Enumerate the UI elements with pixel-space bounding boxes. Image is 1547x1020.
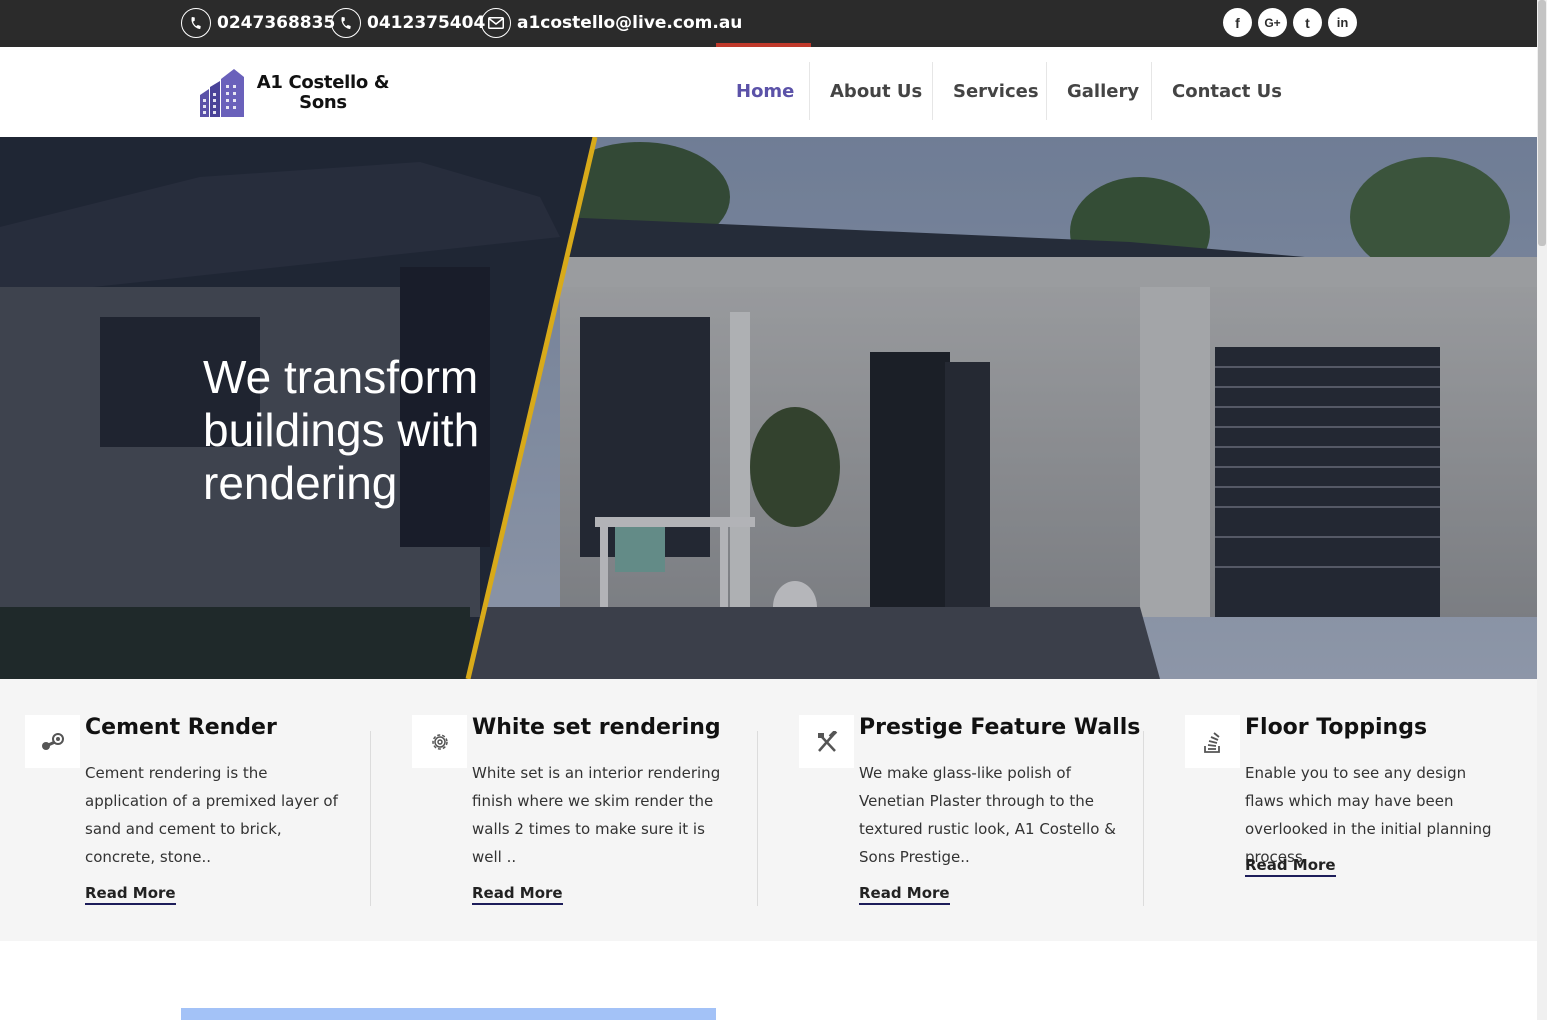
nav-about-us[interactable]: About Us [830,62,922,120]
scrollbar-thumb[interactable] [1538,0,1546,246]
phone-icon [181,8,211,38]
services-section: Cement Render Cement rendering is the ap… [0,679,1537,941]
service-desc-cement-render: Cement rendering is the application of a… [85,764,338,866]
read-more-floor-toppings[interactable]: Read More [1245,856,1336,877]
logo-line-1: A1 Costello & [256,72,390,93]
nav-home[interactable]: Home [736,62,794,120]
email-address: a1costello@live.com.au [517,13,743,33]
service-divider [757,731,758,906]
logo-line-2: Sons [299,92,347,113]
service-title-prestige-feature-walls[interactable]: Prestige Feature Walls [859,715,1140,740]
facebook-icon[interactable]: f [1223,8,1252,37]
service-divider [370,731,371,906]
tools-icon [799,715,854,768]
phone-contact-2[interactable]: 0412375404 [331,8,485,38]
service-desc-floor-toppings: Enable you to see any design flaws which… [1245,764,1492,866]
service-divider [1143,731,1144,906]
read-more-white-set-rendering[interactable]: Read More [472,884,563,905]
phone-icon [331,8,361,38]
section-banner-partial [181,1008,716,1020]
nav-divider [932,62,933,120]
service-desc-prestige-feature-walls: We make glass-like polish of Venetian Pl… [859,764,1116,866]
envelope-icon [481,8,511,38]
steam-icon [25,715,80,768]
hero-banner: We transform buildings with rendering [0,137,1537,679]
phone-number-2: 0412375404 [367,13,486,33]
nav-divider [809,62,810,120]
nav-contact-us[interactable]: Contact Us [1172,62,1282,120]
service-title-white-set-rendering[interactable]: White set rendering [472,715,721,740]
twitter-icon[interactable]: t [1293,8,1322,37]
read-more-cement-render[interactable]: Read More [85,884,176,905]
nav-divider [1151,62,1152,120]
google-plus-icon[interactable]: G+ [1258,8,1287,37]
nav-gallery[interactable]: Gallery [1067,62,1139,120]
phone-contact-1[interactable]: 0247368835 [181,8,335,38]
service-desc-white-set-rendering: White set is an interior rendering finis… [472,764,721,866]
email-contact[interactable]: a1costello@live.com.au [481,8,742,38]
service-title-cement-render[interactable]: Cement Render [85,715,277,740]
site-logo-text[interactable]: A1 Costello & Sons [256,73,390,113]
gear-icon [412,715,467,768]
read-more-prestige-feature-walls[interactable]: Read More [859,884,950,905]
linkedin-icon[interactable]: in [1328,8,1357,37]
service-title-floor-toppings[interactable]: Floor Toppings [1245,715,1427,740]
stack-icon [1185,715,1240,768]
site-header: A1 Costello & Sons Home About Us Service… [0,47,1537,137]
nav-divider [1046,62,1047,120]
hero-title: We transform buildings with rendering [203,351,480,509]
nav-services[interactable]: Services [953,62,1039,120]
phone-number-1: 0247368835 [217,13,336,33]
building-logo-icon[interactable] [200,69,246,121]
top-bar: 0247368835 0412375404 a1costello@live.co… [0,0,1537,47]
